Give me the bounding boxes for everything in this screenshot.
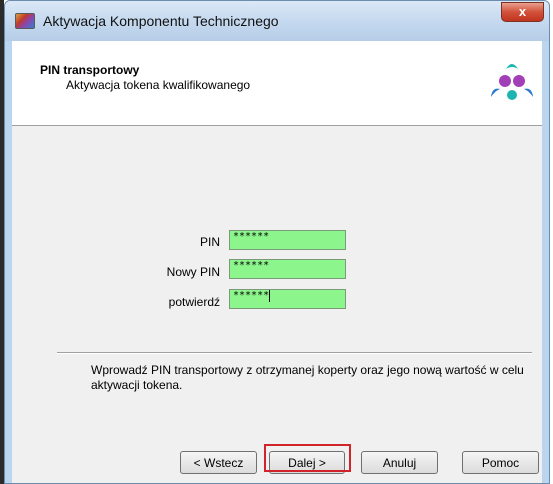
cancel-button[interactable]: Anuluj bbox=[361, 451, 438, 474]
logo-blue-mark-left bbox=[491, 88, 500, 97]
logo-icon bbox=[491, 64, 533, 100]
next-button[interactable]: Dalej > bbox=[269, 451, 345, 474]
screen: Aktywacja Komponentu Technicznego x PIN … bbox=[0, 0, 553, 484]
window-title: Aktywacja Komponentu Technicznego bbox=[43, 13, 279, 29]
logo-teal-mark bbox=[506, 64, 518, 69]
help-button[interactable]: Pomoc bbox=[462, 451, 539, 474]
logo-teal-dot-bottom bbox=[507, 90, 517, 100]
confirm-pin-value: ****** bbox=[233, 290, 270, 301]
step-subtitle: Aktywacja tokena kwalifikowanego bbox=[66, 78, 251, 92]
pin-label: PIN bbox=[199, 235, 220, 249]
text-caret bbox=[269, 290, 271, 302]
app-icon bbox=[15, 13, 35, 29]
back-button[interactable]: < Wstecz bbox=[180, 451, 257, 474]
wizard-header: PIN transportowy Aktywacja tokena kwalif… bbox=[12, 41, 542, 126]
new-pin-label: Nowy PIN bbox=[166, 265, 220, 279]
separator bbox=[57, 352, 532, 354]
new-pin-input[interactable]: ****** bbox=[229, 259, 346, 279]
logo-blue-mark-right bbox=[524, 88, 533, 97]
logo-purple-dot-left bbox=[499, 75, 511, 87]
step-title: PIN transportowy bbox=[40, 63, 140, 77]
wizard-window: Aktywacja Komponentu Technicznego x PIN … bbox=[4, 0, 550, 484]
close-button[interactable]: x bbox=[501, 2, 544, 22]
instruction-text: Wprowadź PIN transportowy z otrzymanej k… bbox=[91, 363, 524, 392]
confirm-pin-input[interactable]: ****** bbox=[229, 289, 346, 309]
title-bar[interactable]: Aktywacja Komponentu Technicznego x bbox=[5, 1, 549, 41]
confirm-pin-label: potwierdź bbox=[168, 295, 220, 309]
pin-input[interactable]: ****** bbox=[229, 230, 346, 250]
logo-purple-dot-right bbox=[513, 75, 525, 87]
dialog-body: PIN transportowy Aktywacja tokena kwalif… bbox=[12, 41, 542, 483]
